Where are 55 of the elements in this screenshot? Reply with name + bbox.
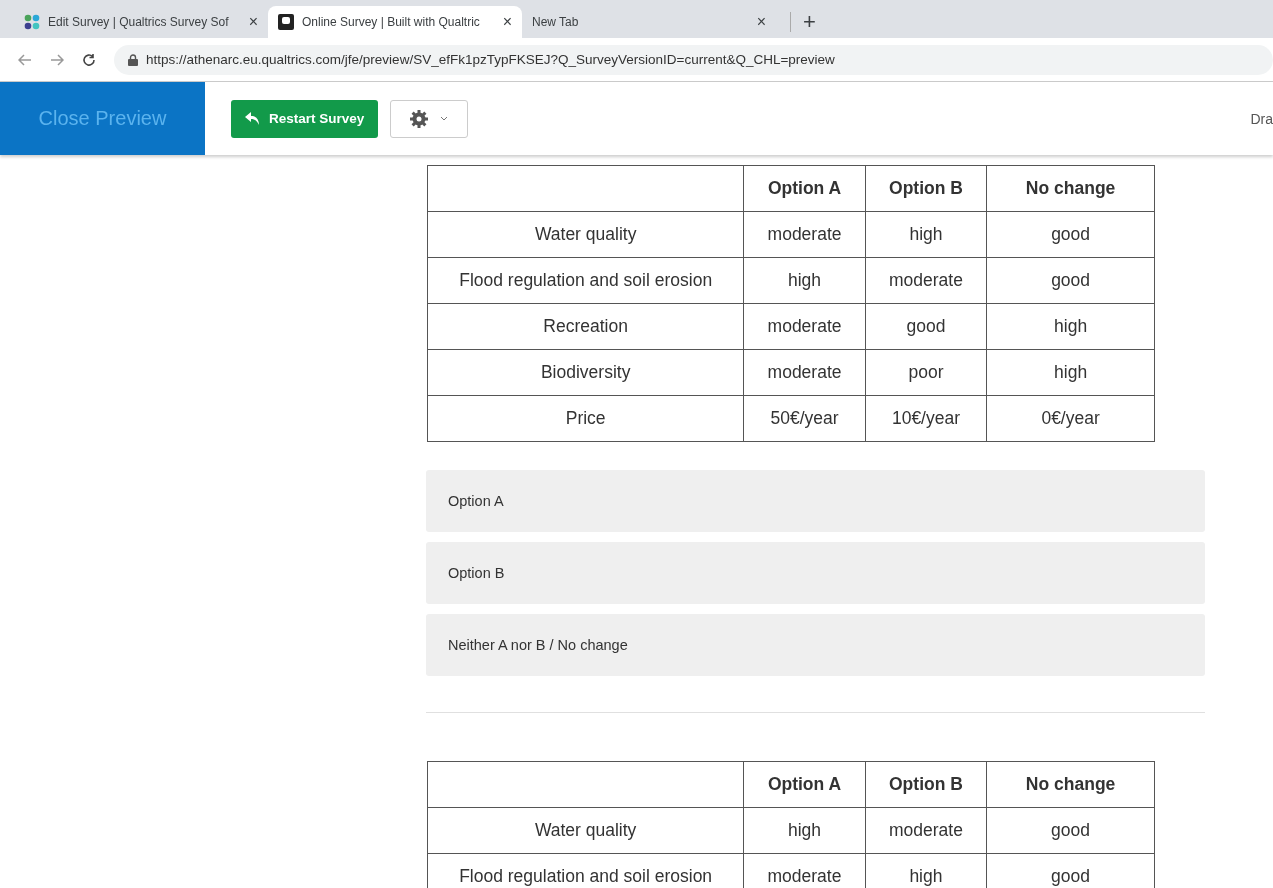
table-cell: 10€/year — [865, 395, 987, 442]
column-header: Option B — [865, 761, 987, 808]
browser-tab[interactable]: New Tab × — [522, 6, 776, 38]
settings-icon — [410, 109, 429, 128]
table-cell: Flood regulation and soil erosion — [427, 257, 744, 304]
table-cell: high — [986, 303, 1155, 350]
table-cell: moderate — [743, 211, 866, 258]
close-icon[interactable]: × — [502, 13, 512, 31]
header-text: Dra — [1250, 110, 1273, 127]
answer-option[interactable]: Neither A nor B / No change — [426, 614, 1205, 676]
table-cell: Flood regulation and soil erosion — [427, 853, 744, 888]
restart-survey-button[interactable]: Restart Survey — [231, 99, 379, 138]
column-header: Option B — [865, 165, 987, 212]
column-header: No change — [986, 165, 1155, 212]
table-cell: Biodiversity — [427, 349, 744, 396]
back-icon[interactable] — [18, 53, 32, 66]
table-cell: good — [986, 807, 1155, 854]
answer-option[interactable]: Option A — [426, 470, 1205, 532]
dots-icon — [24, 14, 40, 30]
table-cell: moderate — [743, 349, 866, 396]
logo-icon — [278, 14, 294, 30]
table-cell: moderate — [865, 807, 987, 854]
url-text: https://athenarc.eu.qualtrics.com/jfe/preview/SV_efFk1pzTypFKSEJ?Q_SurveyVersionID=current&Q_CHL=preview — [146, 52, 835, 67]
table-cell: high — [743, 807, 866, 854]
chevron-down-icon — [440, 116, 449, 121]
table-cell: Recreation — [427, 303, 744, 350]
table-cell: poor — [865, 349, 987, 396]
column-header: No change — [986, 761, 1155, 808]
table-cell: Water quality — [427, 211, 744, 258]
table-cell: good — [986, 211, 1155, 258]
table-cell: moderate — [865, 257, 987, 304]
answer-option[interactable]: Option B — [426, 542, 1205, 604]
address-field[interactable]: https://athenarc.eu.qualtrics.com/jfe/preview/SV_efFk1pzTypFKSEJ?Q_SurveyVersionID=current&Q_CHL=preview — [114, 44, 1273, 75]
settings-dropdown[interactable] — [390, 99, 469, 138]
table-cell: Price — [427, 395, 744, 442]
browser-tab[interactable]: Edit Survey | Qualtrics Survey Sof × — [14, 6, 268, 38]
undo-arrow-icon — [245, 111, 261, 126]
table-cell: good — [865, 303, 987, 350]
table-cell: high — [743, 257, 866, 304]
column-header: Option A — [743, 761, 866, 808]
browser-tab[interactable]: Online Survey | Built with Qualtric × — [268, 6, 522, 38]
table-cell: moderate — [743, 303, 866, 350]
new-tab-button[interactable]: + — [790, 12, 816, 32]
reload-icon[interactable] — [82, 52, 96, 67]
table-cell: 50€/year — [743, 395, 866, 442]
forward-icon[interactable] — [50, 53, 64, 66]
table-cell: high — [986, 349, 1155, 396]
close-icon[interactable]: × — [248, 13, 258, 31]
table-cell: 0€/year — [986, 395, 1155, 442]
close-icon[interactable]: × — [756, 13, 766, 31]
table-cell: high — [865, 211, 987, 258]
column-header: Option A — [743, 165, 866, 212]
lock-icon — [128, 53, 138, 66]
table-cell: good — [986, 257, 1155, 304]
table-cell: Water quality — [427, 807, 744, 854]
